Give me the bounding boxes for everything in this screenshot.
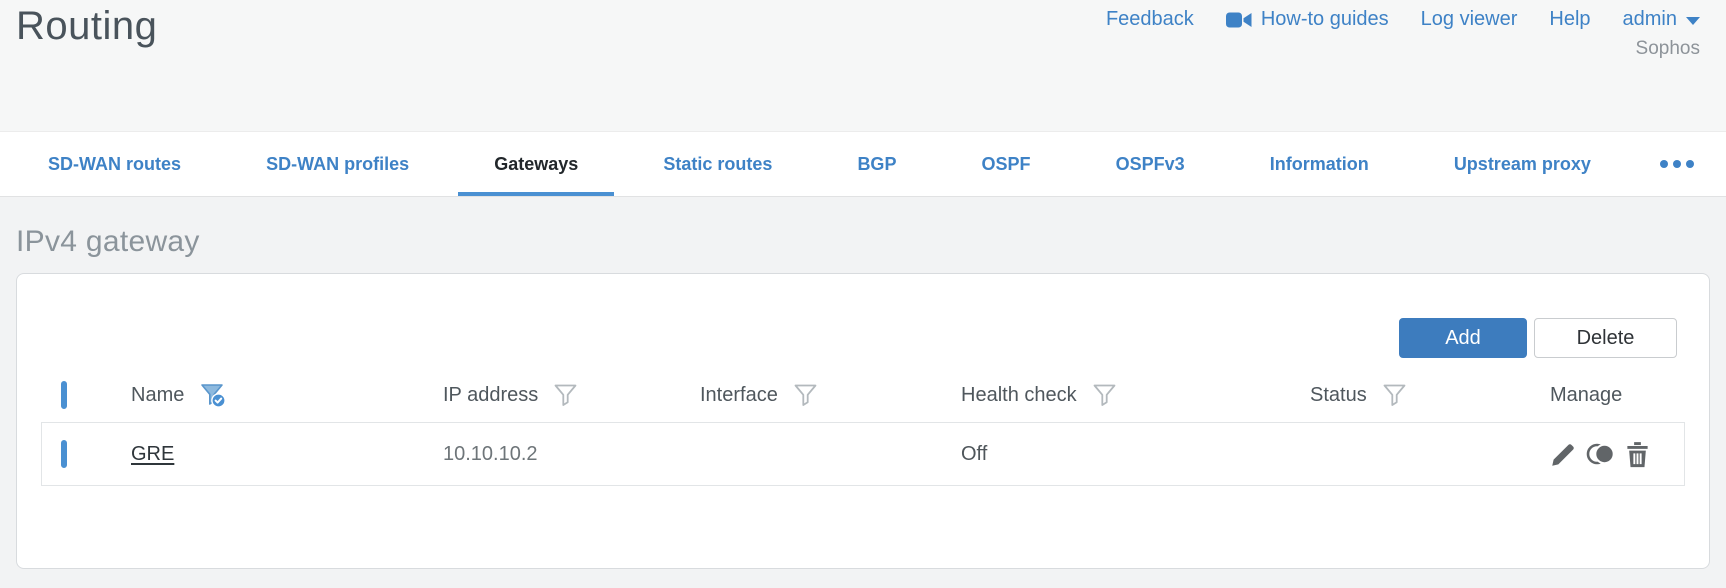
page-header: Routing Feedback How-to guides Log viewe… (0, 0, 1726, 131)
help-link[interactable]: Help (1549, 8, 1590, 31)
cell-manage (1550, 441, 1684, 468)
filter-icon[interactable] (793, 383, 818, 407)
column-interface: Interface (700, 383, 778, 406)
feedback-link[interactable]: Feedback (1106, 8, 1194, 31)
gateway-name-link[interactable]: GRE (131, 443, 174, 465)
tab-static-routes[interactable]: Static routes (621, 132, 814, 196)
clone-icon[interactable] (1586, 441, 1616, 467)
tab-upstream-proxy[interactable]: Upstream proxy (1412, 132, 1633, 196)
log-viewer-link[interactable]: Log viewer (1421, 8, 1518, 31)
column-status: Status (1310, 383, 1367, 406)
filter-icon[interactable] (1382, 383, 1407, 407)
content-area: IPv4 gateway Add Delete Name IP address (0, 197, 1726, 588)
tab-gateways[interactable]: Gateways (452, 132, 620, 196)
column-name: Name (131, 383, 185, 406)
feedback-label: Feedback (1105, 8, 1194, 30)
edit-icon[interactable] (1550, 441, 1577, 468)
cell-health-check: Off (961, 442, 988, 465)
column-health-check: Health check (961, 383, 1077, 406)
select-all-checkbox[interactable] (61, 380, 67, 409)
tab-ospfv3[interactable]: OSPFv3 (1074, 132, 1227, 196)
filter-active-icon[interactable] (199, 382, 227, 409)
delete-icon[interactable] (1625, 441, 1650, 468)
table-row: GRE 10.10.10.2 Off (42, 423, 1684, 485)
top-nav: Feedback How-to guides Log viewer Help a… (1106, 8, 1700, 31)
row-checkbox[interactable] (61, 439, 67, 468)
howto-guides-label: How-to guides (1260, 8, 1389, 30)
add-button[interactable]: Add (1399, 318, 1527, 358)
delete-button[interactable]: Delete (1534, 318, 1677, 358)
ipv4-gateway-panel: Add Delete Name IP address Interface Hea… (16, 273, 1710, 569)
routing-tabbar: SD-WAN routes SD-WAN profiles Gateways S… (0, 131, 1726, 197)
column-ip-address: IP address (443, 383, 539, 406)
user-menu[interactable]: admin (1623, 8, 1700, 31)
filter-icon[interactable] (1092, 383, 1117, 407)
help-label: Help (1549, 8, 1591, 30)
filter-icon[interactable] (553, 383, 578, 407)
table-header: Name IP address Interface Health check S… (17, 368, 1709, 422)
caret-down-icon (1686, 17, 1700, 25)
tab-ospf[interactable]: OSPF (940, 132, 1073, 196)
howto-guides-link[interactable]: How-to guides (1225, 8, 1389, 31)
tab-sdwan-profiles[interactable]: SD-WAN profiles (224, 132, 451, 196)
video-camera-icon (1225, 10, 1252, 30)
more-tabs-icon[interactable] (1634, 132, 1720, 196)
tab-information[interactable]: Information (1228, 132, 1411, 196)
section-heading: IPv4 gateway (16, 225, 200, 258)
user-menu-label: admin (1622, 8, 1677, 30)
column-manage: Manage (1550, 383, 1623, 406)
tab-bgp[interactable]: BGP (815, 132, 938, 196)
table-body: GRE 10.10.10.2 Off (41, 422, 1685, 486)
cell-ip-address: 10.10.10.2 (443, 442, 538, 465)
log-viewer-label: Log viewer (1420, 8, 1518, 30)
tab-sdwan-routes[interactable]: SD-WAN routes (6, 132, 223, 196)
brand-label: Sophos (1635, 38, 1700, 59)
table-toolbar: Add Delete (17, 274, 1709, 368)
